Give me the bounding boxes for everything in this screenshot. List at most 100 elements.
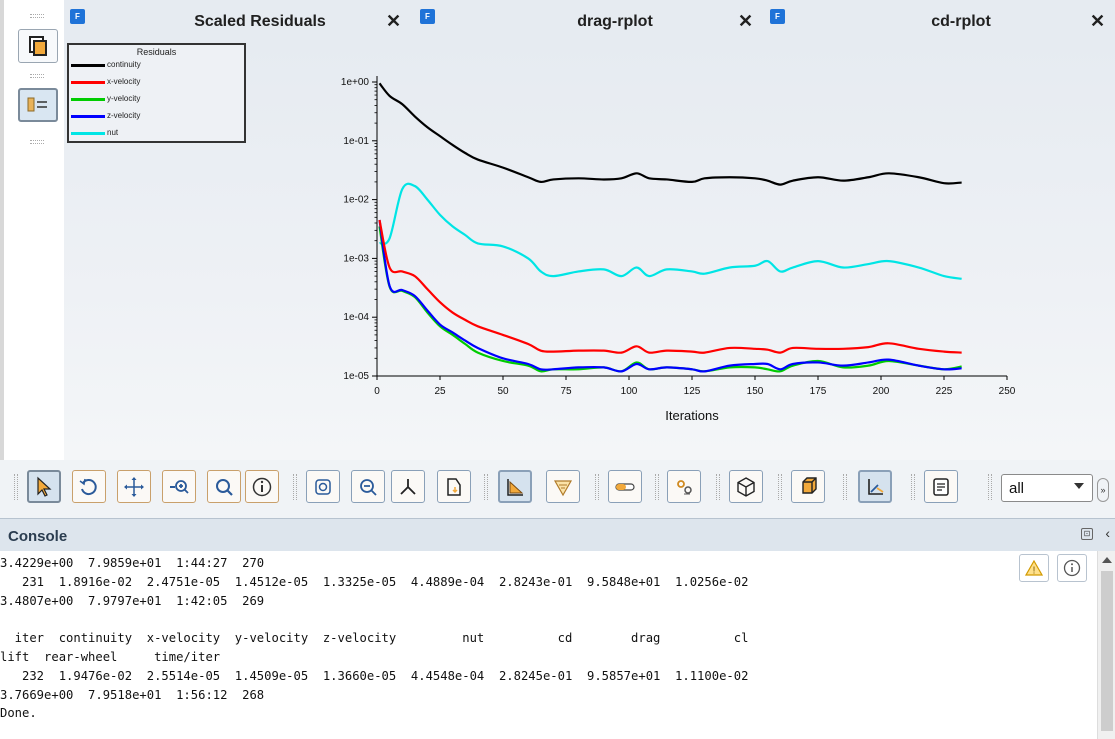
toolbar-grip[interactable] [595,474,599,500]
toolbar-overflow-button[interactable]: » [1097,478,1109,502]
plot-mode-icon [507,478,524,496]
series-line-z-velocity [378,219,962,373]
x-axis-label: Iterations [665,408,719,423]
view-plane-button[interactable] [437,470,471,503]
toolbar-grip[interactable] [778,474,782,500]
zoom-fit-button[interactable] [351,470,385,503]
toolbar-grip[interactable] [716,474,720,500]
graphics-window[interactable]: 1e+00 1e-01 1e-02 1e-03 1e-04 1e-05 0 25 50 75 100… [64,40,1115,460]
y-tick-label: 1e+00 [341,77,370,88]
select-pointer-button[interactable] [27,470,61,503]
report-button[interactable] [924,470,958,503]
box-shading-button[interactable] [791,470,825,503]
info-button[interactable] [1057,554,1087,582]
x-tick-label: 150 [747,386,764,397]
toolbar-grip[interactable] [14,474,18,500]
plot-legend[interactable]: Residuals continuity x-velocity y-velocity… [67,43,246,143]
console-line: 3.7669e+00 7.9518e+01 1:56:12 268 [0,687,265,702]
pan-icon [124,476,144,497]
view-select[interactable]: all [1001,474,1093,502]
x-tick-label: 50 [497,386,509,397]
probe-info-button[interactable] [245,470,279,503]
zoom-in-out-button[interactable] [162,470,196,503]
plot-mode-button[interactable] [498,470,532,503]
chevron-down-icon [1074,483,1084,489]
console-output[interactable]: Done. 3.7669e+00 7.9518e+01 1:56:12 268 2… [0,551,1097,739]
legend-toggle-button[interactable] [18,88,58,122]
fit-to-window-button[interactable] [306,470,340,503]
legend-swatch [71,64,105,67]
collapse-arrow-icon[interactable]: ‹ [1105,525,1110,541]
cube-view-button[interactable] [729,470,763,503]
legend-swatch [71,98,105,101]
legend-label: y-velocity [107,94,141,103]
console-line: 231 1.8916e-02 2.4751e-05 1.4512e-05 1.3… [0,574,749,589]
left-toolbar [0,0,64,518]
series-line-continuity [378,82,962,186]
graphics-toolbar: all » [0,460,1115,518]
filter-display-icon [553,479,573,496]
filter-display-button[interactable] [546,470,580,503]
series-line-nut [379,182,962,280]
tab-title: Scaled Residuals [194,13,326,30]
toggle-slider-button[interactable] [608,470,642,503]
console-scrollbar[interactable] [1097,551,1115,739]
tab-title: cd-rplot [931,13,991,30]
tab-scaled-residuals[interactable]: F Scaled Residuals ✕ [64,0,419,40]
zoom-to-area-button[interactable] [207,470,241,503]
legend-swatch [71,81,105,84]
toolbar-grip[interactable] [843,474,847,500]
series-line-x-velocity [378,219,962,354]
view-plane-icon [447,477,461,496]
svg-text:!: ! [1033,566,1036,577]
legend-title: Residuals [136,47,177,57]
toolbar-grip[interactable] [30,74,44,78]
console-header: Console ⊡ ‹ [0,518,1115,551]
warning-button[interactable]: ! [1019,554,1049,582]
axes-view-button[interactable] [391,470,425,503]
cube-view-icon [737,476,755,497]
scrollbar-thumb[interactable] [1101,571,1113,731]
rotate-button[interactable] [72,470,106,503]
close-icon[interactable]: ✕ [738,11,753,32]
console-line: 3.4229e+00 7.9859e+01 1:44:27 270 [0,556,265,570]
x-tick-label: 225 [936,386,953,397]
tab-drag-rplot[interactable]: F drag-rplot ✕ [419,0,769,40]
scene-settings-button[interactable] [667,470,701,503]
close-icon[interactable]: ✕ [386,11,401,32]
x-tick-label: 100 [621,386,638,397]
legend-label: nut [107,128,119,137]
tab-cd-rplot[interactable]: F cd-rplot ✕ [769,0,1115,40]
toolbar-grip[interactable] [911,474,915,500]
page-layout-button[interactable] [18,29,58,63]
rotate-icon [79,478,97,495]
view-select-value: all [1009,480,1025,497]
toolbar-grip[interactable] [655,474,659,500]
pan-button[interactable] [117,470,151,503]
toolbar-grip[interactable] [30,14,44,18]
fluent-doc-icon: F [70,9,85,24]
x-tick-label: 200 [873,386,890,397]
y-tick-label: 1e-03 [343,253,369,264]
scroll-up-icon[interactable] [1102,557,1112,563]
x-tick-label: 175 [810,386,827,397]
console-line: 3.4807e+00 7.9797e+01 1:42:05 269 [0,593,265,608]
scene-settings-icon [677,479,692,494]
toggle-slider-icon [615,482,635,491]
x-tick-label: 250 [999,386,1016,397]
axes-toggle-button[interactable] [858,470,892,503]
close-icon[interactable]: ✕ [1090,11,1105,32]
float-window-icon[interactable]: ⊡ [1081,528,1093,540]
toolbar-grip[interactable] [988,474,992,500]
x-tick-label: 25 [434,386,446,397]
toolbar-grip[interactable] [484,474,488,500]
tab-title: drag-rplot [577,13,653,30]
legend-label: z-velocity [107,111,141,120]
toolbar-grip[interactable] [30,140,44,144]
zoom-to-area-icon [216,478,233,496]
report-icon [933,477,949,496]
x-tick-label: 0 [374,386,380,397]
toolbar-grip[interactable] [293,474,297,500]
axes-toggle-icon [868,478,884,495]
x-tick-label: 75 [560,386,572,397]
